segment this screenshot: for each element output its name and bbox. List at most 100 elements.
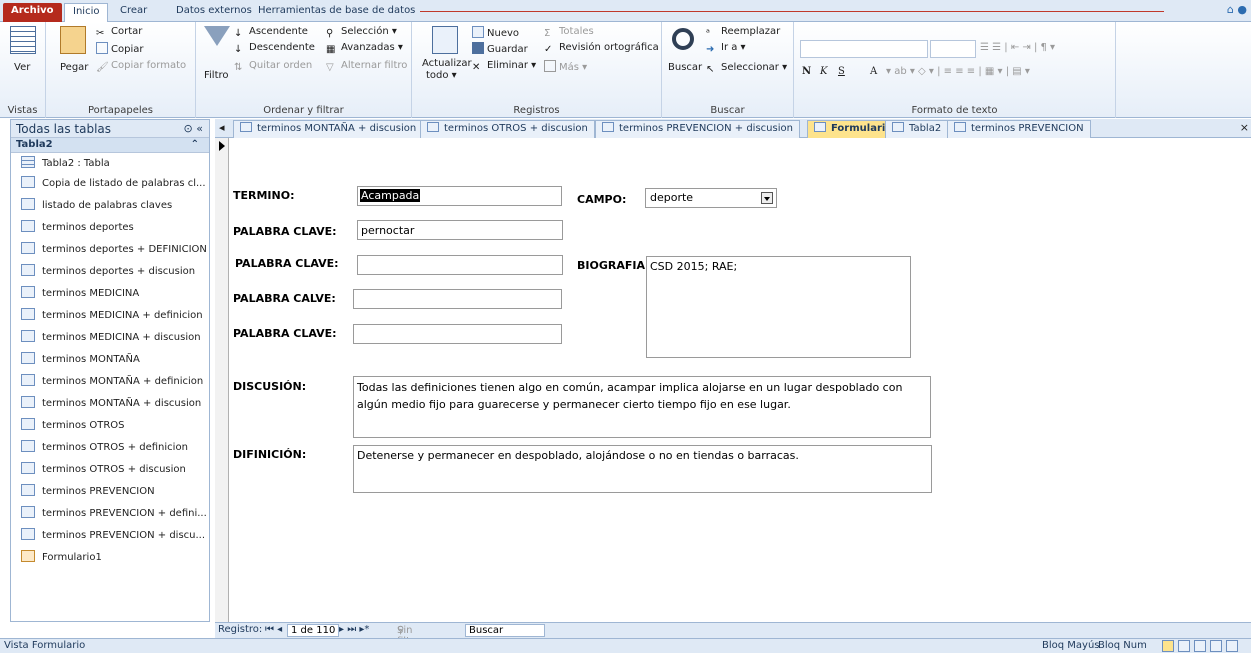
palabra-clave-4-field[interactable] bbox=[353, 324, 562, 344]
nav-item-label: terminos OTROS bbox=[42, 420, 125, 431]
ir-a-button[interactable]: ➜ Ir a ▾ bbox=[706, 42, 746, 56]
doc-tab-label: terminos PREVENCION + discusion bbox=[619, 123, 793, 134]
ascendente-button[interactable]: ↓ Ascendente bbox=[234, 26, 308, 40]
design-view-icon[interactable] bbox=[1226, 640, 1238, 652]
nav-item[interactable]: Tabla2 : Tabla bbox=[11, 153, 209, 173]
form-view-icon[interactable] bbox=[1162, 640, 1174, 652]
nav-item[interactable]: terminos PREVENCION + discu... bbox=[11, 525, 209, 547]
palabra-clave-2-label: PALABRA CLAVE: bbox=[235, 257, 339, 270]
highlight-buttons[interactable]: ▾ ab ▾ ◇ ▾ | ≡ ≡ ≡ | ▦ ▾ | ▤ ▾ bbox=[886, 66, 1030, 77]
nav-item[interactable]: Copia de listado de palabras cl... bbox=[11, 173, 209, 195]
palabra-clave-1-field[interactable]: pernoctar bbox=[357, 220, 563, 240]
tab-archivo[interactable]: Archivo bbox=[3, 3, 62, 22]
italic-button[interactable]: K bbox=[820, 66, 827, 77]
doc-tab[interactable]: terminos MONTAÑA + discusion bbox=[233, 120, 424, 138]
cortar-button[interactable]: ✂ Cortar bbox=[96, 26, 142, 40]
help-icon[interactable]: ⌂ ● bbox=[1227, 3, 1247, 16]
layout-view-icon[interactable] bbox=[1194, 640, 1206, 652]
more-icon bbox=[544, 60, 556, 72]
tab-scroll-left-icon[interactable]: ◂ bbox=[219, 121, 225, 134]
first-record-icon[interactable]: ⏮ ◂ bbox=[265, 624, 282, 635]
seleccionar-button[interactable]: ↖ Seleccionar ▾ bbox=[706, 62, 787, 76]
tab-crear[interactable]: Crear bbox=[112, 3, 155, 22]
pivot-view-icon[interactable] bbox=[1210, 640, 1222, 652]
revision-button[interactable]: ✓ Revisión ortográfica bbox=[544, 42, 659, 56]
biografia-field[interactable]: CSD 2015; RAE; bbox=[646, 256, 911, 358]
bold-button[interactable]: N bbox=[802, 66, 811, 77]
doc-tab-label: terminos PREVENCION bbox=[971, 123, 1084, 134]
nav-item[interactable]: terminos MEDICINA + definicion bbox=[11, 305, 209, 327]
nav-group[interactable]: Tabla2 ⌃ bbox=[11, 138, 209, 153]
nav-collapse-icon[interactable]: ⊙ « bbox=[184, 122, 203, 135]
palabra-clave-3-field[interactable] bbox=[353, 289, 562, 309]
nav-item[interactable]: terminos MONTAÑA bbox=[11, 349, 209, 371]
nuevo-button[interactable]: Nuevo bbox=[472, 26, 519, 39]
doc-tab[interactable]: terminos PREVENCION + discusion bbox=[595, 120, 800, 138]
guardar-button[interactable]: Guardar bbox=[472, 42, 528, 55]
doc-tab[interactable]: Tabla2 bbox=[885, 120, 949, 138]
table-icon bbox=[21, 156, 35, 168]
tab-close-icon[interactable]: × bbox=[1240, 121, 1249, 134]
next-last-new-record-icons[interactable]: ▸ ⏭ ▸* bbox=[339, 624, 369, 635]
nav-item[interactable]: terminos deportes + DEFINICION bbox=[11, 239, 209, 261]
avanzadas-button[interactable]: ▦ Avanzadas ▾ bbox=[326, 42, 403, 56]
nav-item[interactable]: terminos OTROS + discusion bbox=[11, 459, 209, 481]
underline-button[interactable]: S bbox=[838, 66, 845, 77]
nav-item[interactable]: terminos MONTAÑA + discusion bbox=[11, 393, 209, 415]
record-selector[interactable] bbox=[215, 138, 229, 622]
nav-item[interactable]: terminos MEDICINA + discusion bbox=[11, 327, 209, 349]
mas-button[interactable]: Más ▾ bbox=[544, 60, 587, 73]
nav-item[interactable]: terminos deportes bbox=[11, 217, 209, 239]
nav-item[interactable]: terminos MEDICINA bbox=[11, 283, 209, 305]
record-search-input[interactable]: Buscar bbox=[465, 624, 545, 637]
doc-tab[interactable]: terminos PREVENCION bbox=[947, 120, 1091, 138]
copiar-formato-button[interactable]: 🖌 Copiar formato bbox=[96, 60, 186, 74]
ver-button[interactable]: Ver bbox=[14, 62, 30, 73]
nav-item[interactable]: terminos PREVENCION + defini... bbox=[11, 503, 209, 525]
query-icon bbox=[21, 528, 35, 540]
font-name-combo[interactable] bbox=[800, 40, 928, 58]
tab-herramientas[interactable]: Herramientas de base de datos bbox=[250, 3, 423, 22]
nav-header[interactable]: Todas las tablas ⊙ « bbox=[11, 120, 209, 138]
seleccion-button[interactable]: ⚲ Selección ▾ bbox=[326, 26, 397, 40]
nav-item[interactable]: terminos MONTAÑA + definicion bbox=[11, 371, 209, 393]
palabra-clave-1-label: PALABRA CLAVE: bbox=[233, 225, 337, 238]
nav-item-label: Tabla2 : Tabla bbox=[42, 158, 110, 169]
list-buttons[interactable]: ☰ ☰ | ⇤ ⇥ | ¶ ▾ bbox=[980, 42, 1055, 53]
actualizar-todo-dropdown[interactable]: todo ▾ bbox=[426, 70, 457, 81]
termino-field[interactable]: Acampada bbox=[357, 186, 562, 206]
datasheet-view-icon[interactable] bbox=[1178, 640, 1190, 652]
chevron-down-icon[interactable] bbox=[761, 192, 773, 204]
buscar-button[interactable]: Buscar bbox=[668, 62, 702, 73]
quitar-orden-button[interactable]: ⇅ Quitar orden bbox=[234, 60, 312, 74]
tab-datos-externos[interactable]: Datos externos bbox=[168, 3, 260, 22]
query-icon bbox=[21, 286, 35, 298]
alternar-filtro-button[interactable]: ▽ Alternar filtro bbox=[326, 60, 407, 74]
record-count-field[interactable]: 1 de 110 bbox=[287, 624, 340, 637]
eliminar-button[interactable]: ✕ Eliminar ▾ bbox=[472, 60, 536, 74]
campo-combo[interactable]: deporte bbox=[645, 188, 777, 208]
nav-item[interactable]: terminos deportes + discusion bbox=[11, 261, 209, 283]
definicion-field[interactable]: Detenerse y permanecer en despoblado, al… bbox=[353, 445, 932, 493]
font-size-combo[interactable] bbox=[930, 40, 976, 58]
doc-tab[interactable]: terminos OTROS + discusion bbox=[420, 120, 595, 138]
discusion-field[interactable]: Todas las definiciones tienen algo en co… bbox=[353, 376, 931, 438]
totales-button[interactable]: Σ Totales bbox=[544, 26, 594, 40]
tab-inicio[interactable]: Inicio bbox=[64, 3, 109, 22]
font-color-button[interactable]: A bbox=[870, 66, 877, 77]
filtro-button[interactable]: Filtro bbox=[204, 70, 229, 81]
chevron-up-icon[interactable]: ⌃ bbox=[191, 139, 199, 150]
nav-item[interactable]: terminos OTROS bbox=[11, 415, 209, 437]
actualizar-button[interactable]: Actualizar bbox=[422, 58, 472, 69]
pegar-button[interactable]: Pegar bbox=[60, 62, 88, 73]
descendente-button[interactable]: ↓ Descendente bbox=[234, 42, 315, 56]
nav-item[interactable]: terminos PREVENCION bbox=[11, 481, 209, 503]
reemplazar-button[interactable]: ᵃ Reemplazar bbox=[706, 26, 780, 40]
copiar-button[interactable]: Copiar bbox=[96, 42, 143, 55]
palabra-clave-2-field[interactable] bbox=[357, 255, 563, 275]
nav-item[interactable]: listado de palabras claves bbox=[11, 195, 209, 217]
nav-item[interactable]: Formulario1 bbox=[11, 547, 209, 569]
sort-asc-icon: ↓ bbox=[234, 28, 243, 39]
nav-item-label: terminos PREVENCION bbox=[42, 486, 155, 497]
nav-item[interactable]: terminos OTROS + definicion bbox=[11, 437, 209, 459]
